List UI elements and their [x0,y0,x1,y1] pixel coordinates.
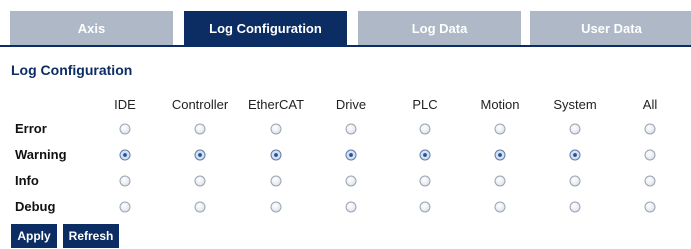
radio-error-all[interactable] [644,123,656,135]
radio-info-ide[interactable] [119,175,131,187]
column-header-ethercat: EtherCAT [247,97,305,112]
row-label-warning: Warning [15,147,67,162]
radio-debug-controller[interactable] [194,201,206,213]
radio-info-ethercat[interactable] [270,175,282,187]
tab-underline [0,45,691,47]
radio-debug-system[interactable] [569,201,581,213]
radio-warning-all[interactable] [644,149,656,161]
radio-error-motion[interactable] [494,123,506,135]
radio-debug-ethercat[interactable] [270,201,282,213]
radio-debug-motion[interactable] [494,201,506,213]
column-header-all: All [642,97,658,112]
column-header-ide: IDE [114,97,136,112]
column-header-plc: PLC [412,97,438,112]
radio-info-system[interactable] [569,175,581,187]
column-header-motion: Motion [480,97,520,112]
radio-info-controller[interactable] [194,175,206,187]
radio-error-controller[interactable] [194,123,206,135]
apply-button[interactable]: Apply [11,224,57,248]
radio-debug-ide[interactable] [119,201,131,213]
row-label-debug: Debug [15,199,56,214]
radio-warning-controller[interactable] [194,149,206,161]
tab-user-data[interactable]: User Data [530,11,691,45]
radio-warning-ethercat[interactable] [270,149,282,161]
row-label-info: Info [15,173,39,188]
radio-info-drive[interactable] [345,175,357,187]
radio-error-ethercat[interactable] [270,123,282,135]
radio-debug-all[interactable] [644,201,656,213]
radio-warning-ide[interactable] [119,149,131,161]
refresh-button[interactable]: Refresh [63,224,119,248]
radio-error-drive[interactable] [345,123,357,135]
column-header-system: System [553,97,597,112]
radio-debug-drive[interactable] [345,201,357,213]
radio-debug-plc[interactable] [419,201,431,213]
radio-warning-motion[interactable] [494,149,506,161]
radio-info-motion[interactable] [494,175,506,187]
radio-error-system[interactable] [569,123,581,135]
row-label-error: Error [15,121,47,136]
tab-axis[interactable]: Axis [10,11,173,45]
radio-warning-plc[interactable] [419,149,431,161]
tab-log-data[interactable]: Log Data [358,11,521,45]
tab-log-configuration[interactable]: Log Configuration [184,11,347,45]
radio-info-plc[interactable] [419,175,431,187]
radio-info-all[interactable] [644,175,656,187]
radio-warning-drive[interactable] [345,149,357,161]
radio-error-plc[interactable] [419,123,431,135]
tab-bar: Axis Log Configuration Log Data User Dat… [0,0,691,47]
radio-warning-system[interactable] [569,149,581,161]
column-header-drive: Drive [335,97,367,112]
column-header-controller: Controller [171,97,229,112]
page-title: Log Configuration [11,62,133,78]
radio-error-ide[interactable] [119,123,131,135]
